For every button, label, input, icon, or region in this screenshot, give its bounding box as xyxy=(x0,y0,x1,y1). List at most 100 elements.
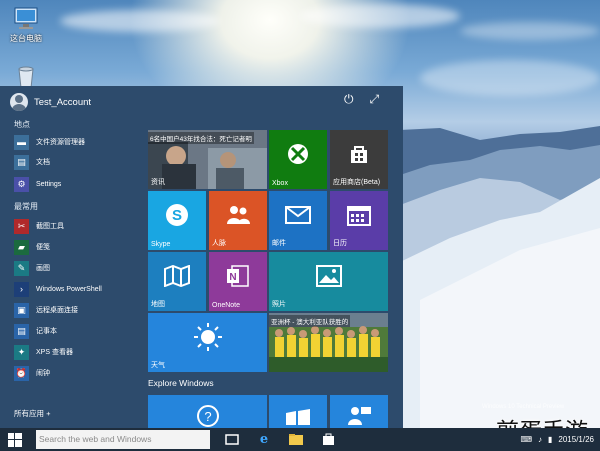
menu-item-label: 文件资源管理器 xyxy=(36,139,85,146)
maps-icon xyxy=(164,264,190,291)
tile-weather[interactable]: 天气 xyxy=(148,313,267,372)
system-tray: ⌨ ♪ ▮ 2015/1/26 xyxy=(520,428,594,451)
network-icon[interactable]: ▮ xyxy=(548,435,552,444)
all-apps-link[interactable]: 所有应用 + xyxy=(14,408,50,419)
expand-icon[interactable]: ⤢ xyxy=(370,92,380,107)
menu-item-label: 便笺 xyxy=(36,244,50,251)
tile-onenote[interactable]: N OneNote xyxy=(209,252,267,311)
computer-icon xyxy=(12,6,40,32)
menu-item-paint[interactable]: ✎ 画图 xyxy=(14,260,50,276)
photos-icon xyxy=(315,264,342,291)
mail-icon xyxy=(285,205,311,228)
tile-xbox[interactable]: Xbox xyxy=(269,130,327,189)
tile-label: 资讯 xyxy=(151,179,165,186)
start-button[interactable] xyxy=(0,428,30,451)
menu-item-remote-desktop[interactable]: ▣ 远程桌面连接 xyxy=(14,302,78,318)
tile-label: 邮件 xyxy=(272,240,286,247)
windows-tile-icon xyxy=(285,408,311,428)
menu-item-file-explorer[interactable]: ▬ 文件资源管理器 xyxy=(14,134,85,150)
start-menu-top-controls: ⏻ ⤢ xyxy=(344,92,379,107)
menu-item-alarms[interactable]: ⏰ 闹钟 xyxy=(14,365,50,381)
menu-item-label: 文档 xyxy=(36,159,50,166)
tile-maps[interactable]: 地图 xyxy=(148,252,206,311)
taskbar: Search the web and Windows e ⌨ ♪ ▮ 2015/… xyxy=(0,428,600,451)
user-account[interactable]: Test_Account xyxy=(10,91,91,113)
powershell-icon: › xyxy=(14,281,29,297)
tile-mail[interactable]: 邮件 xyxy=(269,191,327,250)
menu-item-label: Windows PowerShell xyxy=(36,285,102,293)
tile-people[interactable]: 人脉 xyxy=(209,191,267,250)
document-icon: ▤ xyxy=(14,154,29,170)
tile-label: Xbox xyxy=(272,180,288,187)
search-box[interactable]: Search the web and Windows xyxy=(36,430,210,449)
menu-item-powershell[interactable]: › Windows PowerShell xyxy=(14,281,102,297)
onenote-icon: N xyxy=(226,264,250,292)
most-used-header: 最常用 xyxy=(14,202,38,211)
help-icon: ? xyxy=(196,405,219,428)
tile-help[interactable]: ? xyxy=(148,395,267,428)
scissors-icon: ✂ xyxy=(14,218,29,234)
volume-icon[interactable]: ♪ xyxy=(538,435,542,444)
notepad-icon: ▤ xyxy=(14,323,29,339)
tile-label: 亚洲杯 - 澳大利亚队获胜的 xyxy=(269,315,351,327)
tile-skype[interactable]: S Skype xyxy=(148,191,206,250)
menu-item-sticky-notes[interactable]: ▰ 便笺 xyxy=(14,239,50,255)
people-icon xyxy=(225,204,251,230)
menu-item-label: 远程桌面连接 xyxy=(36,307,78,314)
svg-text:N: N xyxy=(229,272,236,283)
store-icon[interactable] xyxy=(320,431,336,447)
alarm-icon: ⏰ xyxy=(14,365,29,381)
keyboard-icon[interactable]: ⌨ xyxy=(520,435,532,444)
tile-label: 应用商店(Beta) xyxy=(333,179,381,186)
news-headline: 6名中国户43年找合法：死亡记者明 xyxy=(148,132,254,144)
tile-calendar[interactable]: 日历 xyxy=(330,191,388,250)
tile-label: OneNote xyxy=(212,302,241,309)
menu-item-documents[interactable]: ▤ 文档 xyxy=(14,154,50,170)
power-icon[interactable]: ⏻ xyxy=(344,92,354,107)
xps-viewer-icon: ✦ xyxy=(14,344,29,360)
desktop-icon-computer[interactable]: 这台电脑 xyxy=(4,6,48,44)
svg-text:?: ? xyxy=(204,409,211,424)
desktop-icon-label: 这台电脑 xyxy=(10,34,42,43)
menu-item-label: 闹钟 xyxy=(36,370,50,377)
tile-sports[interactable]: 亚洲杯 - 澳大利亚队获胜的 xyxy=(269,313,388,372)
task-view-icon[interactable] xyxy=(224,431,240,447)
menu-item-xps-viewer[interactable]: ✦ XPS 查看器 xyxy=(14,344,73,360)
tile-photos[interactable]: 照片 xyxy=(269,252,388,311)
tile-label: 照片 xyxy=(272,301,286,308)
build-watermark: Windows 10 Technical Preview xyxy=(482,404,565,410)
menu-item-label: XPS 查看器 xyxy=(36,349,73,356)
tile-store[interactable]: 应用商店(Beta) xyxy=(330,130,388,189)
menu-item-settings[interactable]: ⚙ Settings xyxy=(14,176,61,192)
internet-explorer-icon[interactable]: e xyxy=(256,431,272,447)
menu-item-label: 记事本 xyxy=(36,328,57,335)
clock-date[interactable]: 2015/1/26 xyxy=(558,435,594,444)
tile-news[interactable]: 6名中国户43年找合法：死亡记者明 资讯 xyxy=(148,130,267,189)
tile-label: Skype xyxy=(151,241,171,248)
file-explorer-icon[interactable] xyxy=(288,431,304,447)
menu-item-notepad[interactable]: ▤ 记事本 xyxy=(14,323,57,339)
skype-icon: S xyxy=(165,203,189,231)
weather-icon xyxy=(193,322,223,356)
svg-text:S: S xyxy=(172,207,182,224)
tile-label: 日历 xyxy=(333,240,347,247)
start-menu: Test_Account 地点 ▬ 文件资源管理器 ▤ 文档 ⚙ Setting… xyxy=(0,86,403,428)
places-header: 地点 xyxy=(14,120,30,129)
contact-icon xyxy=(346,405,372,428)
gear-icon: ⚙ xyxy=(14,176,29,192)
tile-label: 天气 xyxy=(151,362,165,369)
tile-contact[interactable] xyxy=(330,395,388,428)
tile-windows[interactable] xyxy=(269,395,327,428)
start-menu-left-pane: Test_Account 地点 ▬ 文件资源管理器 ▤ 文档 ⚙ Setting… xyxy=(0,86,142,428)
xbox-icon xyxy=(287,143,309,169)
user-name: Test_Account xyxy=(34,96,92,108)
menu-item-label: 画图 xyxy=(36,265,50,272)
menu-item-snipping-tool[interactable]: ✂ 截图工具 xyxy=(14,218,64,234)
explore-windows-header: Explore Windows xyxy=(148,378,214,388)
windows-logo-icon xyxy=(8,432,22,447)
tile-label: 人脉 xyxy=(212,240,226,247)
user-avatar-icon xyxy=(10,93,28,111)
menu-item-label: Settings xyxy=(36,180,62,188)
store-icon xyxy=(348,143,370,169)
menu-item-label: 截图工具 xyxy=(36,223,64,230)
